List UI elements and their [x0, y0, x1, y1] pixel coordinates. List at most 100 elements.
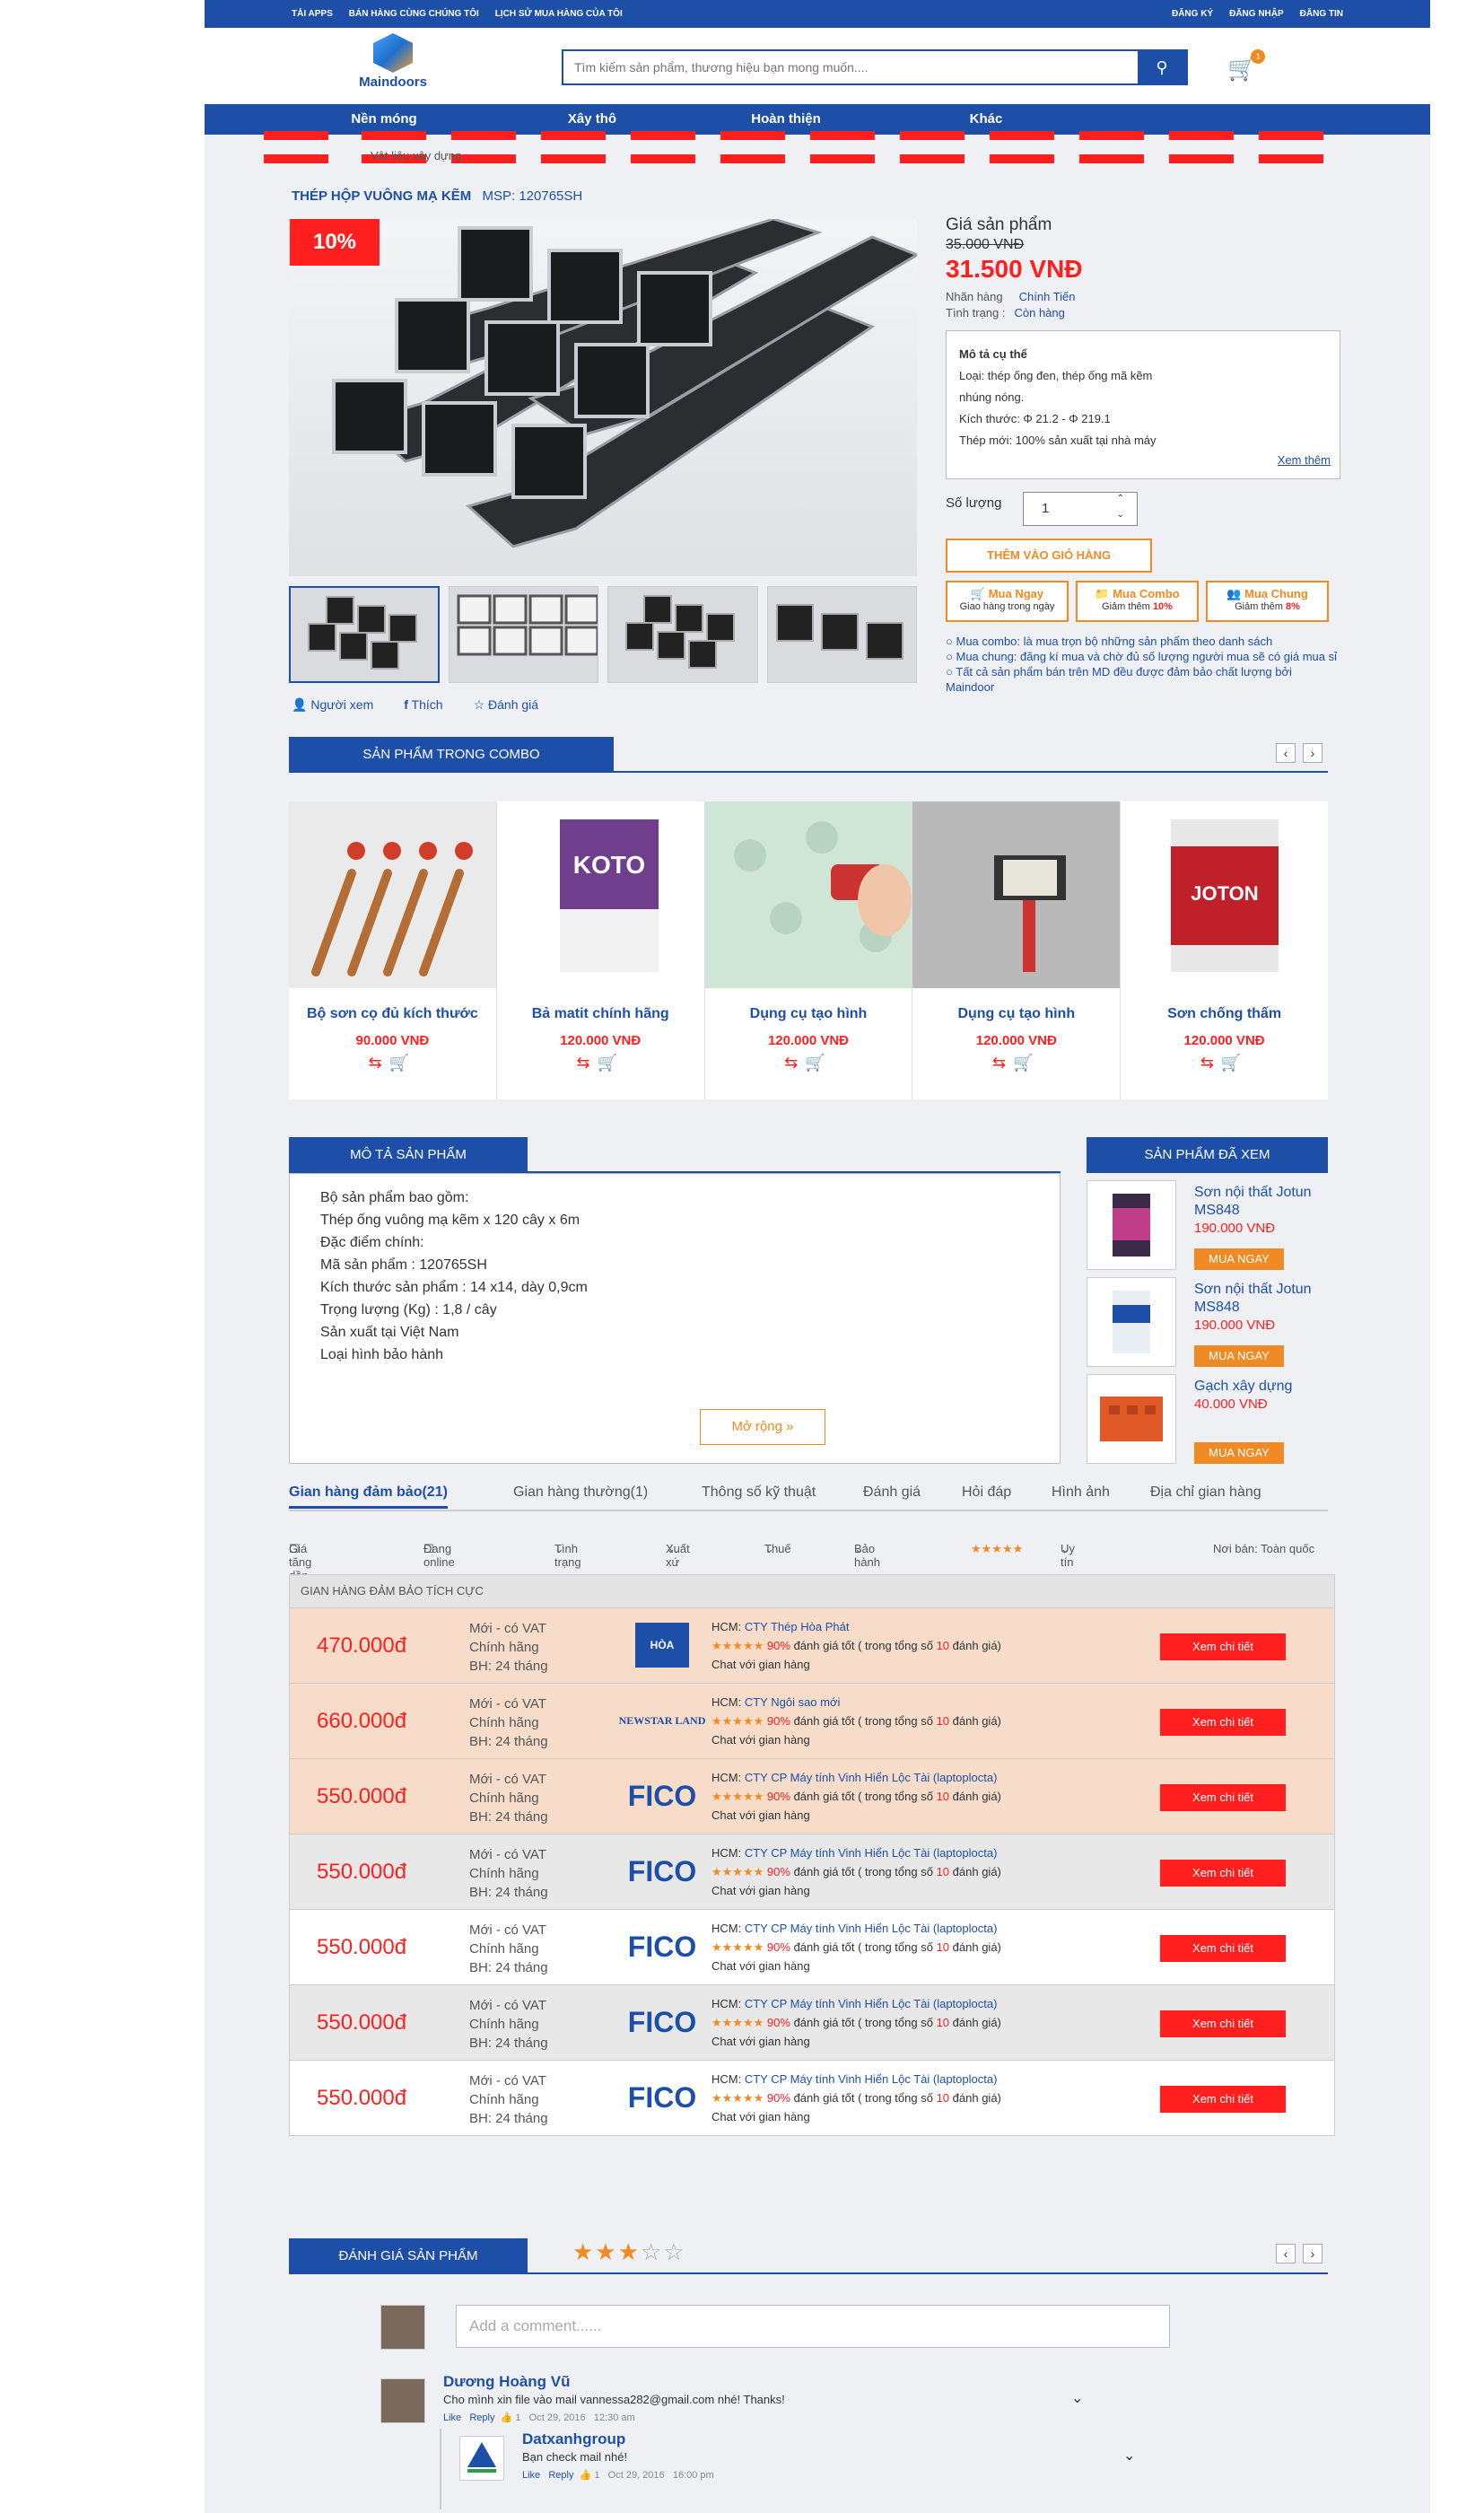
view-details-button[interactable]: Xem chi tiết — [1160, 1784, 1286, 1811]
download-apps-link[interactable]: TẢI APPS — [292, 9, 333, 19]
view-details-button[interactable]: Xem chi tiết — [1160, 1860, 1286, 1887]
chat-link[interactable]: Chat với gian hàng — [711, 1881, 1001, 1900]
nav-item-foundation[interactable]: Nền móng — [312, 111, 456, 127]
logo[interactable]: Maindoors — [348, 33, 438, 98]
prev-arrow-icon[interactable]: ‹ — [1276, 743, 1296, 763]
post-ad-link[interactable]: ĐĂNG TIN — [1300, 9, 1343, 19]
product-main-image[interactable] — [289, 217, 921, 576]
shop-company[interactable]: CTY CP Máy tính Vinh Hiển Lộc Tài (lapto… — [745, 2072, 998, 2086]
combo-item[interactable]: Bộ sơn cọ đủ kích thước 90.000 VNĐ ⇆🛒 — [289, 801, 497, 1099]
comment-author[interactable]: Datxanhgroup — [522, 2430, 714, 2448]
buy-now-button[interactable]: MUA NGAY — [1194, 1345, 1284, 1367]
search-button[interactable]: ⚲ — [1138, 51, 1186, 83]
search-input[interactable] — [563, 51, 1138, 83]
tab-qa[interactable]: Hỏi đáp — [962, 1484, 1011, 1501]
order-history-link[interactable]: LỊCH SỬ MUA HÀNG CỦA TÔI — [495, 9, 623, 19]
chat-link[interactable]: Chat với gian hàng — [711, 1730, 1001, 1749]
chat-link[interactable]: Chat với gian hàng — [711, 1957, 1001, 1975]
rating-filter-stars[interactable]: ★★★★★ — [971, 1542, 1023, 1556]
buy-now-button[interactable]: 🛒 Mua Ngay Giao hàng trong ngày — [946, 581, 1069, 622]
shop-company[interactable]: CTY CP Máy tính Vinh Hiển Lộc Tài (lapto… — [745, 1997, 998, 2010]
reply-link[interactable]: Reply — [469, 2412, 494, 2423]
stepper-arrows-icon[interactable]: ⌃ ⌄ — [1117, 491, 1124, 523]
combo-item-name[interactable]: Bả matit chính hãng — [497, 1006, 704, 1022]
expand-button[interactable]: Mở rộng » — [700, 1409, 825, 1445]
combo-item[interactable]: Dụng cụ tạo hình 120.000 VNĐ ⇆🛒 — [704, 801, 913, 1099]
thumbnail-4[interactable] — [766, 586, 917, 683]
review-rating-stars[interactable]: ★★★☆☆ — [572, 2238, 686, 2266]
next-arrow-icon[interactable]: › — [1303, 2244, 1323, 2263]
seller-location-filter[interactable]: Nơi bán: Toàn quốc — [1213, 1542, 1314, 1555]
tab-shop-address[interactable]: Địa chỉ gian hàng — [1150, 1484, 1261, 1501]
cart-button[interactable]: 🛒 1 — [1227, 49, 1266, 83]
buy-now-button[interactable]: MUA NGAY — [1194, 1442, 1284, 1464]
combo-item[interactable]: Dụng cụ tạo hình 120.000 VNĐ ⇆🛒 — [912, 801, 1122, 1099]
view-details-button[interactable]: Xem chi tiết — [1160, 1935, 1286, 1962]
buy-combo-button[interactable]: 📁 Mua Combo Giảm thêm 10% — [1076, 581, 1199, 622]
combo-item-name[interactable]: Sơn chống thấm — [1121, 1006, 1328, 1022]
next-arrow-icon[interactable]: › — [1303, 743, 1323, 763]
tab-guaranteed-shops[interactable]: Gian hàng đảm bảo(21) — [289, 1484, 448, 1509]
cart-icon[interactable]: 🛒 — [1221, 1054, 1248, 1072]
combo-item[interactable]: KOTO Bả matit chính hãng 120.000 VNĐ ⇆🛒 — [496, 801, 705, 1099]
comment-input[interactable]: Add a comment...... — [456, 2305, 1170, 2348]
shop-company[interactable]: CTY CP Máy tính Vinh Hiển Lộc Tài (lapto… — [745, 1922, 998, 1935]
prev-arrow-icon[interactable]: ‹ — [1276, 2244, 1296, 2263]
tab-specifications[interactable]: Thông số kỹ thuật — [702, 1484, 816, 1501]
breadcrumb[interactable]: Vật liệu xây dựng — [371, 149, 461, 162]
compare-icon[interactable]: ⇆ — [369, 1054, 389, 1072]
chat-link[interactable]: Chat với gian hàng — [711, 2107, 1001, 2126]
combo-item-name[interactable]: Bộ sơn cọ đủ kích thước — [289, 1006, 496, 1022]
comment-author[interactable]: Dương Hoàng Vũ — [443, 2373, 785, 2391]
viewed-item-name[interactable]: Gạch xây dựng — [1194, 1378, 1329, 1396]
brand-value[interactable]: Chính Tiến — [1019, 290, 1076, 303]
combo-item-name[interactable]: Dụng cụ tạo hình — [705, 1006, 912, 1022]
like-link[interactable]: Like — [522, 2470, 540, 2481]
quantity-stepper[interactable]: 1 ⌃ ⌄ — [1023, 492, 1138, 526]
chat-link[interactable]: Chat với gian hàng — [711, 1806, 1001, 1825]
see-more-link[interactable]: Xem thêm — [1278, 450, 1331, 471]
nav-item-rough-build[interactable]: Xây thô — [520, 111, 664, 127]
cart-icon[interactable]: 🛒 — [805, 1054, 832, 1072]
cart-icon[interactable]: 🛒 — [598, 1054, 624, 1072]
reply-link[interactable]: Reply — [548, 2470, 573, 2481]
like-button[interactable]: f Thích — [404, 697, 442, 713]
like-link[interactable]: Like — [443, 2412, 461, 2423]
chat-link[interactable]: Chat với gian hàng — [711, 2032, 1001, 2051]
shop-company[interactable]: CTY Ngôi sao mới — [745, 1695, 841, 1709]
rate-button[interactable]: ☆ Đánh giá — [474, 697, 539, 713]
sell-with-us-link[interactable]: BÁN HÀNG CÙNG CHÚNG TÔI — [349, 9, 479, 19]
buy-now-button[interactable]: MUA NGAY — [1194, 1248, 1284, 1270]
viewers-button[interactable]: 👤 Người xem — [292, 697, 373, 713]
combo-item-name[interactable]: Dụng cụ tạo hình — [912, 1006, 1120, 1022]
cart-icon[interactable]: 🛒 — [389, 1054, 416, 1072]
add-to-cart-button[interactable]: THÊM VÀO GIỎ HÀNG — [946, 538, 1152, 573]
viewed-item[interactable]: Gạch xây dựng 40.000 VNĐ MUA NGAY — [1087, 1374, 1328, 1471]
tab-images[interactable]: Hình ảnh — [1052, 1484, 1110, 1501]
shop-company[interactable]: CTY CP Máy tính Vinh Hiển Lộc Tài (lapto… — [745, 1846, 998, 1860]
register-link[interactable]: ĐĂNG KÝ — [1172, 9, 1213, 19]
tab-reviews[interactable]: Đánh giá — [863, 1484, 921, 1501]
compare-icon[interactable]: ⇆ — [992, 1054, 1013, 1072]
compare-icon[interactable]: ⇆ — [576, 1054, 597, 1072]
chat-link[interactable]: Chat với gian hàng — [711, 1655, 1001, 1674]
compare-icon[interactable]: ⇆ — [1200, 1054, 1221, 1072]
tab-regular-shops[interactable]: Gian hàng thường(1) — [513, 1484, 648, 1501]
nav-item-other[interactable]: Khác — [914, 111, 1058, 127]
viewed-item[interactable]: Sơn nội thất Jotun MS848 190.000 VNĐ MUA … — [1087, 1180, 1328, 1277]
combo-item[interactable]: JOTON Sơn chống thấm 120.000 VNĐ ⇆🛒 — [1121, 801, 1328, 1099]
cart-icon[interactable]: 🛒 — [1013, 1054, 1040, 1072]
thumbnail-2[interactable] — [448, 586, 598, 683]
viewed-item-name[interactable]: Sơn nội thất Jotun MS848 — [1194, 1184, 1329, 1220]
viewed-item-name[interactable]: Sơn nội thất Jotun MS848 — [1194, 1281, 1329, 1317]
chevron-down-icon[interactable]: ⌄ — [1071, 2389, 1083, 2407]
login-link[interactable]: ĐĂNG NHẬP — [1229, 9, 1284, 19]
nav-item-finishing[interactable]: Hoàn thiện — [714, 111, 858, 127]
view-details-button[interactable]: Xem chi tiết — [1160, 2086, 1286, 2113]
view-details-button[interactable]: Xem chi tiết — [1160, 1709, 1286, 1736]
shop-company[interactable]: CTY Thép Hòa Phát — [745, 1620, 850, 1633]
chevron-down-icon[interactable]: ⌄ — [1123, 2447, 1135, 2465]
view-details-button[interactable]: Xem chi tiết — [1160, 1633, 1286, 1660]
buy-group-button[interactable]: 👥 Mua Chung Giảm thêm 8% — [1206, 581, 1329, 622]
viewed-item[interactable]: Sơn nội thất Jotun MS848 190.000 VNĐ MUA … — [1087, 1277, 1328, 1374]
